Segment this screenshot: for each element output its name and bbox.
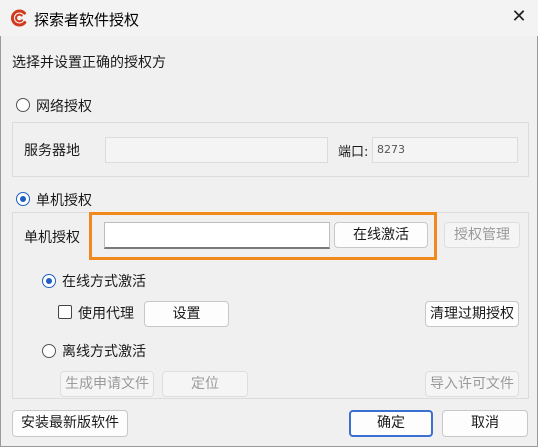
- install-latest-button[interactable]: 安装最新版软件: [12, 410, 128, 437]
- license-manage-button[interactable]: 授权管理: [444, 222, 520, 248]
- server-address-field[interactable]: [105, 137, 328, 163]
- instruction-text: 选择并设置正确的授权方: [12, 55, 166, 71]
- offline-activation-label[interactable]: 离线方式激活: [62, 341, 146, 361]
- port-value: 8273: [377, 143, 405, 156]
- standalone-license-radio[interactable]: [16, 192, 30, 206]
- online-activation-radio[interactable]: [42, 274, 56, 288]
- import-license-button[interactable]: 导入许可文件: [425, 371, 519, 397]
- generate-request-button[interactable]: 生成申请文件: [60, 371, 154, 397]
- app-logo-icon: [10, 9, 28, 27]
- proxy-settings-button[interactable]: 设置: [144, 301, 229, 327]
- ok-button[interactable]: 确定: [349, 410, 433, 437]
- offline-activation-radio[interactable]: [42, 344, 56, 358]
- network-license-label[interactable]: 网络授权: [36, 96, 92, 116]
- port-label: 端口:: [338, 145, 369, 160]
- license-key-label: 单机授权: [24, 230, 80, 246]
- online-activate-button[interactable]: 在线激活: [334, 222, 428, 248]
- server-address-label: 服务器地: [24, 143, 80, 159]
- locate-button[interactable]: 定位: [162, 371, 248, 397]
- online-activation-label[interactable]: 在线方式激活: [62, 271, 146, 291]
- standalone-license-label[interactable]: 单机授权: [36, 190, 92, 210]
- cancel-button[interactable]: 取消: [442, 410, 528, 437]
- close-icon[interactable]: ✕: [508, 6, 530, 28]
- license-key-input[interactable]: [104, 222, 330, 249]
- use-proxy-checkbox[interactable]: [58, 305, 72, 319]
- window-title: 探索者软件授权: [34, 11, 140, 29]
- use-proxy-label[interactable]: 使用代理: [78, 303, 134, 323]
- network-license-radio[interactable]: [16, 98, 30, 112]
- clean-expired-button[interactable]: 清理过期授权: [425, 301, 519, 327]
